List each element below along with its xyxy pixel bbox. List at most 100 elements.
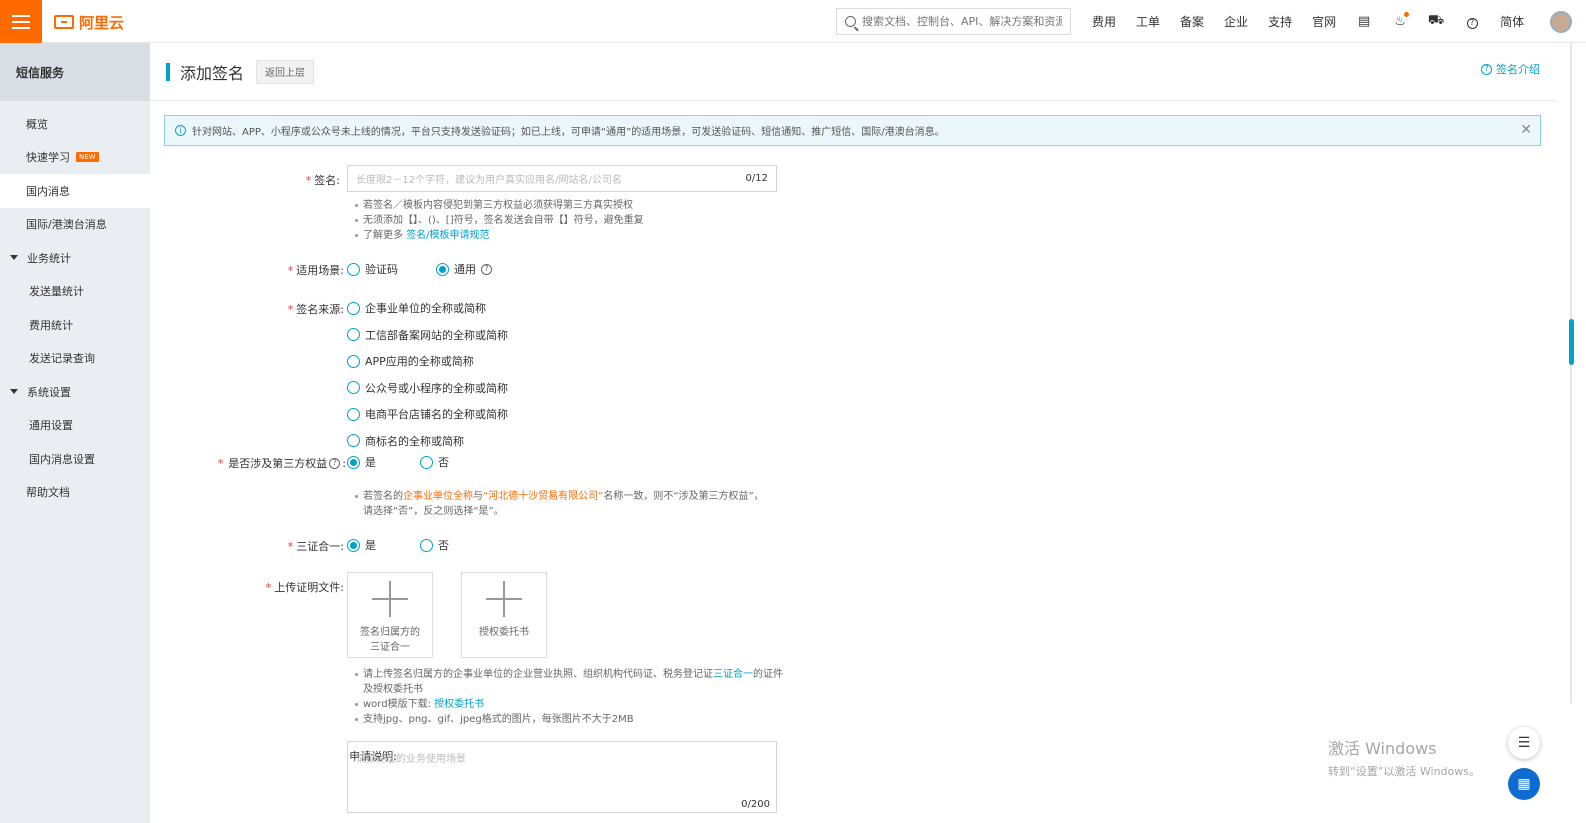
scroll-track: [1570, 43, 1572, 703]
source-radio-enterprise[interactable]: 企事业单位的全称或简称: [347, 300, 508, 316]
back-button[interactable]: 返回上层: [256, 59, 315, 84]
top-nav-ticket[interactable]: 工单: [1126, 13, 1170, 30]
aliyun-logo[interactable]: 阿里云: [54, 11, 124, 33]
top-nav: 费用 工单 备案 企业 支持 官网 ▤ ♨ ⛟ ? 简体: [1082, 0, 1573, 43]
upload-tip: word模版下载: 授权委托书: [353, 697, 783, 712]
third-party-radio-yes[interactable]: 是: [347, 454, 376, 470]
third-party-label: * 是否涉及第三方权益?:: [217, 456, 346, 471]
upload-three-in-one[interactable]: 签名归属方的三证合一: [347, 572, 433, 658]
terminal-icon[interactable]: ▤: [1346, 14, 1382, 29]
sidebar-item-cost-stats[interactable]: 费用统计: [0, 308, 150, 342]
language-switch[interactable]: 简体: [1490, 13, 1534, 30]
scroll-thumb[interactable]: [1569, 319, 1574, 365]
source-radio-website[interactable]: 工信部备案网站的全称或简称: [347, 327, 508, 343]
third-party-tip: 若签名的企事业单位全称与“河北德十沙贸易有限公司”名称一致，则不“涉及第三方权益…: [353, 489, 773, 519]
sidebar-group-statistics[interactable]: 业务统计: [0, 241, 150, 275]
scenario-radio-verification[interactable]: 验证码: [347, 261, 398, 277]
upload-tip: 支持jpg、png、gif、jpeg格式的图片，每张图片不大于2MB: [353, 712, 783, 727]
source-label: * 签名来源:: [287, 303, 344, 316]
question-icon[interactable]: ?: [481, 263, 492, 275]
radio-circle: [420, 455, 433, 469]
question-icon[interactable]: ?: [329, 457, 341, 469]
notice-text: 针对网站、APP、小程序或公众号未上线的情况，平台只支持发送验证码；如已上线，可…: [192, 127, 945, 138]
company-name: “河北德十沙贸易有限公司”: [483, 491, 604, 502]
help-icon[interactable]: ?: [1454, 14, 1490, 29]
sidebar-group-settings[interactable]: 系统设置: [0, 375, 150, 409]
page-scrollbar[interactable]: [1556, 43, 1586, 823]
sidebar-item-international[interactable]: 国际/港澳台消息: [0, 208, 150, 242]
aliyun-logo-icon: [54, 15, 74, 29]
upload-tips: 请上传签名归属方的企事业单位的企业营业执照、组织机构代码证、税务登记证三证合一的…: [353, 667, 783, 727]
page-title: 添加签名: [180, 63, 245, 83]
bell-icon[interactable]: ♨: [1382, 12, 1418, 29]
main-content: 添加签名 返回上层 ? 签名介绍 i 针对网站、APP、小程序或公众号未上线的情况…: [150, 43, 1556, 823]
highlight-text: 企事业单位全称: [403, 491, 473, 502]
top-nav-icp[interactable]: 备案: [1170, 13, 1214, 30]
apps-grid-icon[interactable]: ▦: [1508, 768, 1540, 800]
upload-label: * 上传证明文件:: [265, 581, 344, 594]
sidebar-item-overview[interactable]: 概览: [0, 107, 150, 141]
cart-icon[interactable]: ⛟: [1418, 13, 1454, 30]
sidebar-item-domestic[interactable]: 国内消息: [0, 174, 150, 208]
search-input[interactable]: [862, 15, 1062, 28]
avatar[interactable]: [1550, 10, 1573, 33]
upload-tip: 请上传签名归属方的企事业单位的企业营业执照、组织机构代码证、税务登记证三证合一的…: [353, 667, 783, 697]
signature-spec-link[interactable]: 签名/模板申请规范: [406, 230, 489, 241]
top-nav-enterprise[interactable]: 企业: [1214, 13, 1258, 30]
hamburger-menu-icon[interactable]: [0, 0, 42, 43]
source-radio-official-account[interactable]: 公众号或小程序的全称或简称: [347, 380, 508, 396]
source-radio-ecommerce-shop[interactable]: 电商平台店铺名的全称或简称: [347, 406, 508, 422]
close-icon[interactable]: ✕: [1520, 122, 1532, 138]
sidebar-item-send-stats[interactable]: 发送量统计: [0, 275, 150, 309]
title-accent-bar: [166, 62, 170, 81]
sidebar-item-domestic-settings[interactable]: 国内消息设置: [0, 442, 150, 476]
caret-down-icon: [10, 389, 18, 395]
notification-dot: [1404, 12, 1410, 17]
third-party-radio-no[interactable]: 否: [420, 454, 449, 470]
signature-tips: 若签名／模板内容侵犯到第三方权益必须获得第三方真实授权 无须添加【】、()、[]…: [353, 198, 783, 243]
top-nav-support[interactable]: 支持: [1258, 13, 1302, 30]
sidebar-item-quick-learn[interactable]: 快速学习 NEW: [0, 141, 150, 175]
signature-counter: 0/12: [745, 173, 768, 184]
new-badge: NEW: [76, 152, 99, 163]
scenario-radio-general[interactable]: 通用?: [436, 261, 492, 277]
three-in-one-link[interactable]: 三证合一: [713, 669, 753, 680]
three-in-one-radio-yes[interactable]: 是: [347, 537, 376, 553]
top-nav-fee[interactable]: 费用: [1082, 13, 1126, 30]
question-icon: ?: [1481, 63, 1492, 75]
radio-circle: [347, 328, 360, 342]
sidebar-item-help-docs[interactable]: 帮助文档: [0, 476, 150, 510]
radio-circle-checked: [436, 262, 449, 276]
top-bar: 阿里云 费用 工单 备案 企业 支持 官网 ▤ ♨ ⛟ ? 简体: [0, 0, 1586, 43]
page-header: 添加签名 返回上层 ? 签名介绍: [150, 43, 1556, 101]
global-search[interactable]: [836, 8, 1071, 35]
signature-input[interactable]: 长度限2－12个字符，建议为用户真实应用名/网站名/公司名 0/12: [347, 165, 777, 192]
caret-down-icon: [10, 255, 18, 261]
source-radio-app[interactable]: APP应用的全称或简称: [347, 353, 508, 369]
radio-circle: [420, 538, 433, 552]
signature-tip: 无须添加【】、()、[]符号，签名发送会自带【】符号，避免重复: [353, 213, 783, 228]
signature-tip: 若签名／模板内容侵犯到第三方权益必须获得第三方真实授权: [353, 198, 783, 213]
third-party-radio-group: 是 否: [347, 454, 449, 470]
radio-circle: [347, 407, 360, 421]
sidebar-item-send-records[interactable]: 发送记录查询: [0, 342, 150, 376]
source-radio-trademark[interactable]: 商标名的全称或简称: [347, 433, 508, 449]
sidebar-item-general-settings[interactable]: 通用设置: [0, 409, 150, 443]
description-textarea[interactable]: 请描述您的业务使用场景 0/200: [347, 741, 777, 813]
radio-circle: [347, 434, 360, 448]
signature-tip: 了解更多 签名/模板申请规范: [353, 228, 783, 243]
plus-icon: [372, 581, 408, 617]
three-in-one-radio-no[interactable]: 否: [420, 537, 449, 553]
radio-circle-checked: [347, 538, 360, 552]
sidebar-title: 短信服务: [0, 43, 150, 101]
authorization-template-link[interactable]: 授权委托书: [434, 699, 484, 710]
signature-intro-link[interactable]: ? 签名介绍: [1481, 61, 1540, 77]
radio-circle: [347, 381, 360, 395]
radio-circle: [347, 354, 360, 368]
description-counter: 0/200: [741, 799, 770, 810]
radio-circle-checked: [347, 455, 360, 469]
upload-authorization[interactable]: 授权委托书: [461, 572, 547, 658]
chat-icon[interactable]: ☰: [1508, 727, 1540, 759]
sidebar-nav: 概览 快速学习 NEW 国内消息 国际/港澳台消息 业务统计 发送量统计 费用统计…: [0, 101, 150, 509]
top-nav-official[interactable]: 官网: [1302, 13, 1346, 30]
